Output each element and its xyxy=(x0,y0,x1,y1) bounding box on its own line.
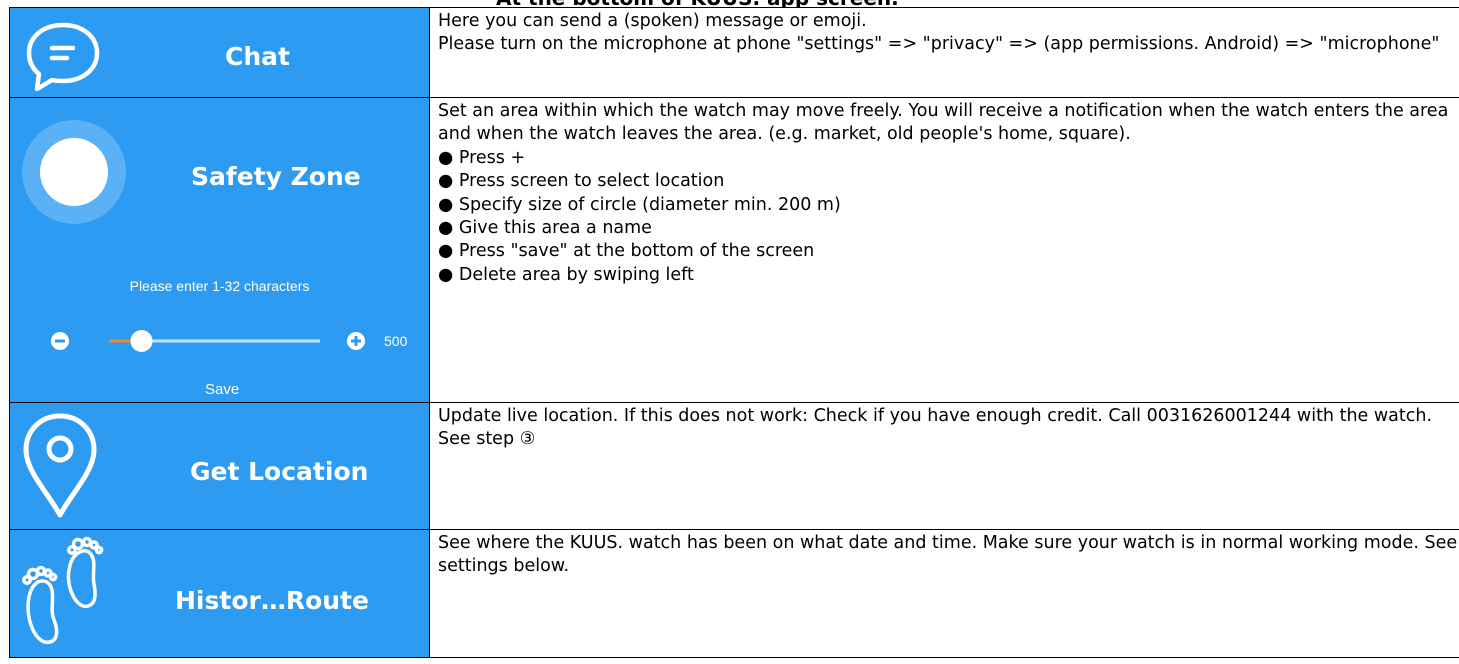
safety-zone-description-text: Set an area within which the watch may m… xyxy=(438,101,1449,145)
chat-bubble-icon[interactable] xyxy=(22,19,104,93)
safety-zone-description: Set an area within which the watch may m… xyxy=(429,97,1459,403)
list-item: Press screen to select location xyxy=(438,170,1459,193)
list-item: Press + xyxy=(438,147,1459,170)
get-location-description: Update live location. If this does not w… xyxy=(429,402,1459,530)
safety-zone-panel: Safety Zone Please enter 1-32 characters… xyxy=(9,97,430,403)
chat-description: Here you can send a (spoken) message or … xyxy=(429,7,1459,98)
chat-panel: Chat xyxy=(9,7,430,98)
map-pin-icon[interactable] xyxy=(20,411,100,521)
zone-save-button[interactable]: Save xyxy=(205,381,239,398)
get-location-description-text: Update live location. If this does not w… xyxy=(438,406,1433,450)
table-row-chat: Chat Here you can send a (spoken) messag… xyxy=(9,7,1459,98)
list-item: Give this area a name xyxy=(438,217,1459,240)
zone-name-hint[interactable]: Please enter 1-32 characters xyxy=(11,278,429,294)
chat-description-line-2: Please turn on the microphone at phone "… xyxy=(438,34,1440,55)
history-route-description-text: See where the KUUS. watch has been on wh… xyxy=(438,533,1458,577)
zone-size-value: 500 xyxy=(384,333,408,349)
footprints-icon[interactable] xyxy=(16,536,116,654)
chat-description-line-1: Here you can send a (spoken) message or … xyxy=(438,11,867,31)
table-row-safety-zone: Safety Zone Please enter 1-32 characters… xyxy=(9,97,1459,403)
history-route-description: See where the KUUS. watch has been on wh… xyxy=(429,529,1459,658)
feature-table: Chat Here you can send a (spoken) messag… xyxy=(9,7,1459,658)
get-location-label: Get Location xyxy=(190,457,369,486)
location-dot-icon[interactable] xyxy=(20,118,128,226)
table-row-get-location: Get Location Update live location. If th… xyxy=(9,402,1459,530)
get-location-panel: Get Location xyxy=(9,402,430,530)
history-route-label: Histor…Route xyxy=(175,586,369,615)
history-route-panel: Histor…Route xyxy=(9,529,430,658)
safety-zone-label: Safety Zone xyxy=(191,162,361,191)
list-item: Press "save" at the bottom of the screen xyxy=(438,240,1459,263)
list-item: Specify size of circle (diameter min. 20… xyxy=(438,194,1459,217)
plus-icon[interactable] xyxy=(347,332,365,350)
slider-thumb xyxy=(130,330,153,352)
table-row-history-route: Histor…Route See where the KUUS. watch h… xyxy=(9,529,1459,658)
safety-zone-steps: Press + Press screen to select location … xyxy=(438,147,1459,287)
chat-label: Chat xyxy=(225,42,290,71)
minus-icon[interactable] xyxy=(51,332,69,350)
zone-size-slider[interactable] xyxy=(50,326,390,356)
list-item: Delete area by swiping left xyxy=(438,264,1459,287)
